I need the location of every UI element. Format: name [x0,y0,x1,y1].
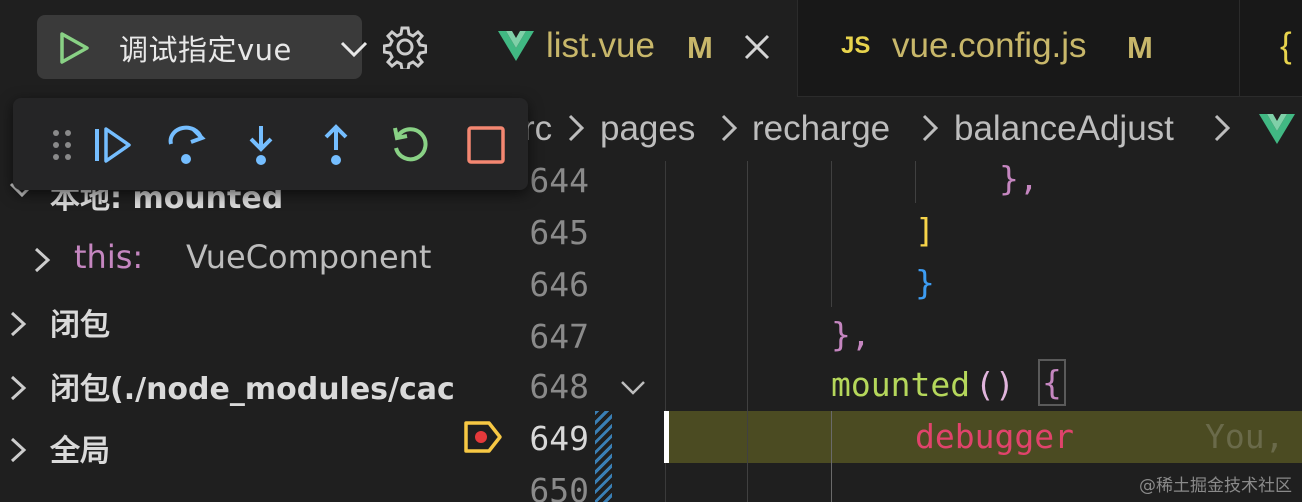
tab-list-vue[interactable]: list.vue M [455,0,798,97]
scope-closure-label: 闭包 [50,308,110,343]
line-number: 648 [529,367,589,406]
chevron-down-icon[interactable] [339,40,369,58]
modified-badge: M [1127,30,1153,65]
fold-chevron-down-icon[interactable] [619,379,647,397]
code-parens: () [975,365,1015,404]
chevron-right-icon [10,437,27,463]
variable-value: VueComponent [186,238,432,276]
breadcrumb-item[interactable]: pages [600,109,695,149]
code-editor[interactable]: 644 }, 645 ] 646 } 647 }, 648 mounted ()… [455,161,1302,502]
scope-closure-module-label: 闭包(./node_modules/cac [50,372,455,407]
continue-icon[interactable] [89,122,135,168]
chevron-right-icon [922,114,939,142]
breadcrumb-item[interactable]: recharge [752,109,890,149]
stop-icon[interactable] [463,122,509,168]
breadcrumb: rc pages recharge balanceAdjust [455,97,1302,161]
breakpoint-current-icon[interactable] [463,419,503,455]
tab-label: list.vue [546,26,655,65]
tab-label: vue.config.js [892,26,1087,65]
close-icon[interactable] [743,33,771,61]
code-brace: { [1038,359,1066,406]
code-keyword: debugger [915,417,1074,456]
chevron-right-icon [10,375,27,401]
tab-json[interactable]: { [1240,0,1302,97]
scope-global-label: 全局 [50,434,110,469]
watermark: @稀土掘金技术社区 [1139,476,1292,496]
scope-closure[interactable]: 闭包 [0,292,455,348]
line-number: 647 [529,317,589,356]
git-blame: You, [1205,417,1285,456]
code-text: }, [999,161,1039,198]
restart-icon[interactable] [388,122,434,168]
code-function-name: mounted [831,365,971,404]
code-line: 645 ] [455,205,1302,257]
tab-vue-config-js[interactable]: JS vue.config.js M [798,0,1240,97]
code-line: 648 mounted () { [455,359,1302,411]
run-config-label: 调试指定vue [119,33,292,67]
scope-closure-module[interactable]: 闭包(./node_modules/cac [0,356,455,412]
code-text: } [915,263,935,302]
line-number: 644 [529,161,589,200]
play-icon[interactable] [57,31,91,65]
gear-icon[interactable] [383,25,427,69]
variable-this[interactable]: this: VueComponent [0,228,455,284]
line-number: 649 [529,419,589,458]
debug-sidebar: 调试指定vue 本地: mounted this: VueComponent 闭… [0,0,455,502]
chevron-right-icon [1214,114,1231,142]
breadcrumb-item[interactable]: balanceAdjust [954,109,1174,149]
code-line: 647 }, [455,309,1302,361]
js-icon: JS [841,32,871,59]
step-over-icon[interactable] [164,122,210,168]
code-line: 646 } [455,257,1302,309]
scope-global[interactable]: 全局 [0,418,455,474]
step-out-icon[interactable] [313,122,359,168]
code-line-current: 649 debugger You, [455,411,1302,502]
editor-area: list.vue M JS vue.config.js M { rc pages… [455,0,1302,502]
run-config-selector[interactable]: 调试指定vue [37,15,368,79]
code-text: ] [915,211,935,250]
chevron-right-icon [721,114,738,142]
line-number: 645 [529,213,589,252]
chevron-right-icon [568,114,585,142]
code-text: }, [831,315,871,354]
line-number: 650 [529,471,589,502]
debug-toolbar [13,98,528,190]
code-line: 644 }, [455,161,1302,205]
chevron-right-icon [10,311,27,337]
step-into-icon[interactable] [238,122,284,168]
vue-icon [498,31,534,61]
vue-icon [1259,114,1295,144]
tab-bar: list.vue M JS vue.config.js M { [455,0,1302,97]
line-number: 646 [529,265,589,304]
variable-name: this: [74,238,144,276]
chevron-right-icon [34,247,51,273]
json-icon: { [1280,26,1292,65]
drag-handle-icon[interactable] [39,122,85,168]
modified-badge: M [687,30,713,65]
